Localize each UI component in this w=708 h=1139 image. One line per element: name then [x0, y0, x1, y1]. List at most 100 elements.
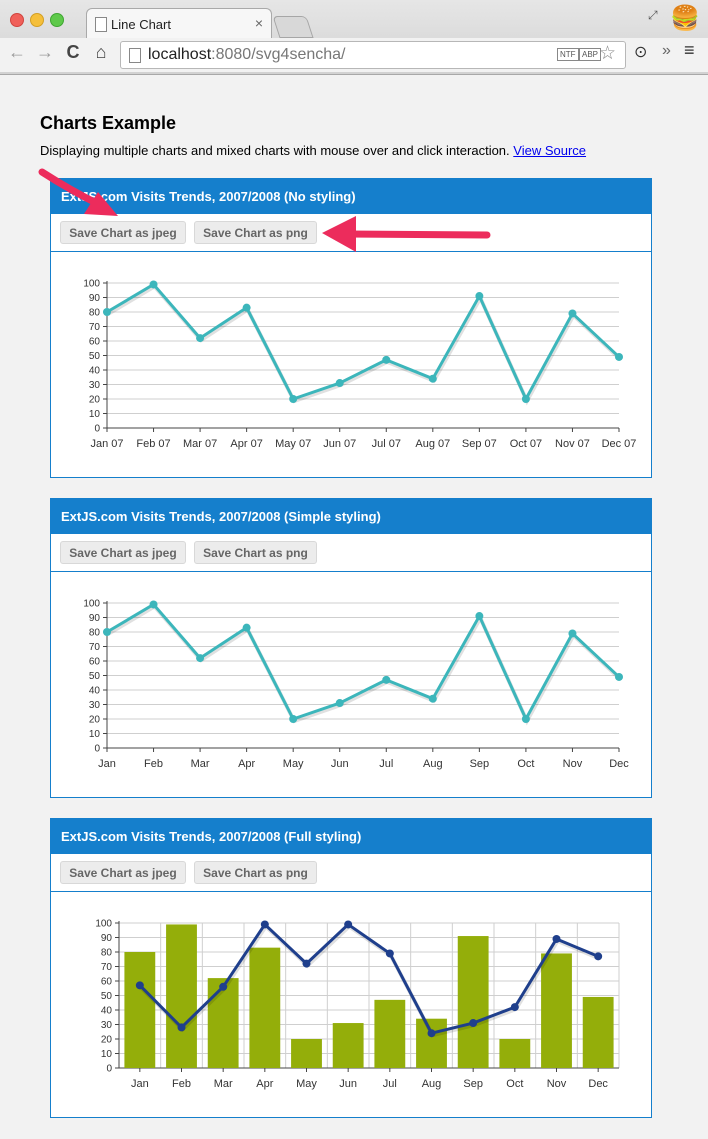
bar [416, 1018, 447, 1068]
y-tick-label: 40 [101, 1006, 113, 1017]
data-point [103, 628, 111, 636]
y-tick-label: 70 [89, 322, 101, 333]
data-point [615, 352, 623, 361]
series-line-shadow [106, 283, 622, 406]
panel-toolbar: Save Chart as jpeg Save Chart as png [51, 854, 651, 892]
x-tick-label: Aug [423, 758, 443, 770]
forward-icon[interactable]: → [34, 42, 56, 63]
y-tick-label: 80 [89, 628, 101, 639]
y-tick-label: 90 [89, 613, 101, 624]
data-point [335, 699, 344, 708]
bar [332, 1023, 364, 1068]
x-tick-label: Nov 07 [555, 438, 590, 450]
x-tick-label: Aug 07 [415, 438, 450, 450]
view-source-link[interactable]: View Source [513, 143, 586, 158]
y-tick-label: 60 [89, 657, 101, 668]
x-tick-label: Jul [383, 1078, 397, 1090]
url-path: :8080/svg4sencha/ [211, 46, 346, 63]
y-tick-label: 80 [101, 948, 113, 959]
panel-title: ExtJS.com Visits Trends, 2007/2008 (Simp… [51, 499, 651, 534]
close-window-button[interactable] [10, 13, 24, 27]
restore-icon[interactable]: ⤢ [648, 8, 658, 23]
browser-tab[interactable]: Line Chart × [86, 8, 272, 39]
address-bar[interactable]: localhost:8080/svg4sencha/ NTF ABP ☆ [120, 41, 626, 69]
y-tick-label: 40 [89, 366, 101, 377]
y-tick-label: 70 [89, 642, 101, 653]
data-point [428, 374, 437, 383]
y-tick-label: 30 [89, 380, 101, 391]
reload-icon[interactable]: C [62, 42, 84, 63]
series-line [106, 282, 621, 401]
data-point [149, 600, 158, 609]
save-png-button[interactable]: Save Chart as png [194, 541, 317, 564]
description-text: Displaying multiple charts and mixed cha… [40, 143, 510, 158]
page-description: Displaying multiple charts and mixed cha… [40, 143, 586, 158]
data-point [510, 1003, 519, 1012]
data-point [428, 694, 437, 703]
x-tick-label: Sep [470, 758, 490, 770]
x-tick-label: Jun 07 [323, 438, 356, 450]
y-tick-label: 40 [89, 686, 101, 697]
data-point [427, 1029, 436, 1038]
x-tick-label: Feb [172, 1078, 191, 1090]
data-point [615, 672, 623, 681]
y-tick-label: 30 [101, 1020, 113, 1031]
x-tick-label: Dec 07 [602, 438, 637, 450]
y-tick-label: 100 [95, 919, 112, 930]
data-point [103, 308, 111, 316]
x-tick-label: Feb [144, 758, 163, 770]
x-tick-label: Mar [191, 758, 210, 770]
x-tick-label: Dec [588, 1078, 608, 1090]
home-icon[interactable]: ⌂ [90, 42, 112, 63]
y-tick-label: 10 [89, 729, 101, 740]
y-tick-label: 60 [101, 977, 113, 988]
minimize-window-button[interactable] [30, 13, 44, 27]
menu-icon[interactable]: ≡ [684, 40, 695, 61]
y-tick-label: 60 [89, 337, 101, 348]
chart-panel-full-styling: ExtJS.com Visits Trends, 2007/2008 (Full… [50, 818, 652, 1118]
save-jpeg-button[interactable]: Save Chart as jpeg [60, 541, 186, 564]
profile-avatar-icon[interactable]: 🍔 [670, 4, 700, 34]
x-tick-label: Apr [238, 758, 255, 770]
save-jpeg-button[interactable]: Save Chart as jpeg [60, 221, 186, 244]
data-point [475, 612, 484, 621]
adblock-icon[interactable]: ABP [579, 48, 602, 61]
bookmark-star-icon[interactable]: ☆ [599, 42, 616, 65]
x-tick-label: May [283, 758, 304, 770]
ntf-extension-icon[interactable]: NTF [557, 48, 579, 61]
x-tick-label: Sep [463, 1078, 483, 1090]
url-host: localhost [148, 46, 212, 63]
x-tick-label: Jul [379, 758, 393, 770]
page-icon [95, 17, 107, 32]
x-tick-label: Sep 07 [462, 438, 497, 450]
x-tick-label: Nov [563, 758, 583, 770]
url-text[interactable]: localhost:8080/svg4sencha/ [148, 46, 345, 64]
back-icon[interactable]: ← [6, 42, 28, 63]
y-tick-label: 100 [83, 279, 100, 290]
bar-line-chart[interactable]: 0 10 20 30 40 50 60 70 80 90 100 Jan Feb Mar Apr May Jun… [51, 892, 651, 1117]
close-tab-icon[interactable]: × [255, 15, 263, 31]
x-tick-label: Apr 07 [230, 438, 262, 450]
save-jpeg-button[interactable]: Save Chart as jpeg [60, 861, 186, 884]
y-tick-label: 80 [89, 308, 101, 319]
y-tick-label: 20 [101, 1035, 113, 1046]
line-chart[interactable]: 0 10 20 30 40 50 60 70 80 90 100 Jan 07 Feb 07 Mar 07… [51, 252, 651, 477]
y-tick-label: 90 [89, 293, 101, 304]
extension-icon[interactable]: ⊙ [634, 42, 647, 62]
data-point [289, 715, 298, 723]
bar [249, 947, 281, 1068]
line-chart[interactable]: 0 10 20 30 40 50 60 70 80 90 100 Jan Feb Mar Apr May Jun… [51, 572, 651, 797]
y-tick-label: 30 [89, 700, 101, 711]
x-tick-label: Jul 07 [372, 438, 401, 450]
panel-title: ExtJS.com Visits Trends, 2007/2008 (Full… [51, 819, 651, 854]
x-tick-label: May 07 [275, 438, 311, 450]
zoom-window-button[interactable] [50, 13, 64, 27]
data-point [521, 715, 530, 723]
save-png-button[interactable]: Save Chart as png [194, 221, 317, 244]
new-tab-button[interactable] [272, 16, 314, 38]
save-png-button[interactable]: Save Chart as png [194, 861, 317, 884]
more-extensions-icon[interactable]: » [662, 42, 671, 60]
panel-toolbar: Save Chart as jpeg Save Chart as png [51, 214, 651, 252]
x-tick-label: Feb 07 [136, 438, 170, 450]
data-point [469, 1019, 478, 1028]
